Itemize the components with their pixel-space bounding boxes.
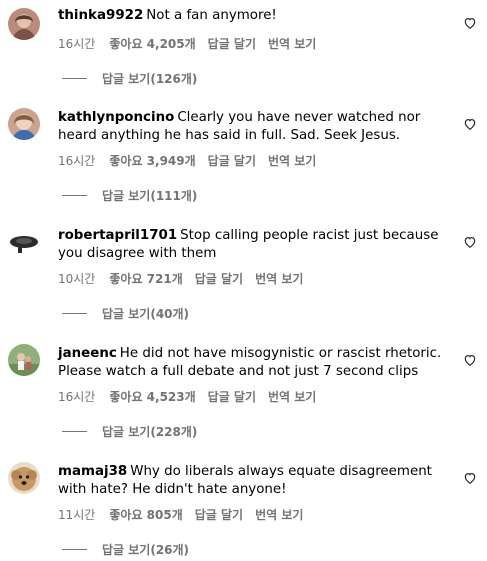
timestamp[interactable]: 16시간	[58, 390, 95, 404]
comment-meta: 10시간 좋아요 721개 답글 달기 번역 보기	[58, 270, 315, 287]
avatar[interactable]	[8, 344, 40, 376]
view-replies-label: 답글 보기(40개)	[102, 307, 190, 321]
replies-divider	[62, 195, 87, 196]
reply-button[interactable]: 답글 달기	[195, 272, 243, 286]
comment-meta: 16시간 좋아요 4,523개 답글 달기 번역 보기	[58, 388, 328, 405]
view-replies-button[interactable]: 답글 보기(111개)	[62, 187, 197, 204]
reply-button[interactable]: 답글 달기	[208, 390, 256, 404]
heart-outline-icon[interactable]	[463, 235, 477, 249]
likes-count[interactable]: 좋아요 805개	[109, 508, 182, 522]
comment-meta: 16시간 좋아요 4,205개 답글 달기 번역 보기	[58, 35, 328, 52]
translate-button[interactable]: 번역 보기	[268, 390, 316, 404]
translate-button[interactable]: 번역 보기	[255, 272, 303, 286]
replies-divider	[62, 549, 87, 550]
reply-button[interactable]: 답글 달기	[208, 37, 256, 51]
view-replies-label: 답글 보기(26개)	[102, 543, 190, 557]
username[interactable]: thinka9922	[58, 8, 143, 23]
translate-button[interactable]: 번역 보기	[268, 154, 316, 168]
view-replies-button[interactable]: 답글 보기(126개)	[62, 70, 197, 87]
replies-divider	[62, 431, 87, 432]
heart-outline-icon[interactable]	[463, 471, 477, 485]
username[interactable]: mamaj38	[58, 464, 127, 479]
timestamp[interactable]: 16시간	[58, 37, 95, 51]
username[interactable]: robertapril1701	[58, 228, 177, 243]
likes-count[interactable]: 좋아요 3,949개	[109, 154, 195, 168]
avatar[interactable]	[8, 108, 40, 140]
heart-outline-icon[interactable]	[463, 353, 477, 367]
translate-button[interactable]: 번역 보기	[268, 37, 316, 51]
avatar[interactable]	[8, 226, 40, 258]
avatar[interactable]	[8, 462, 40, 494]
reply-button[interactable]: 답글 달기	[195, 508, 243, 522]
heart-outline-icon[interactable]	[463, 16, 477, 30]
timestamp[interactable]: 10시간	[58, 272, 95, 286]
timestamp[interactable]: 11시간	[58, 508, 95, 522]
timestamp[interactable]: 16시간	[58, 154, 95, 168]
comment-text-block: robertapril1701 Stop calling people racis…	[58, 227, 443, 263]
comment-meta: 16시간 좋아요 3,949개 답글 달기 번역 보기	[58, 152, 328, 169]
likes-count[interactable]: 좋아요 4,205개	[109, 37, 195, 51]
view-replies-button[interactable]: 답글 보기(228개)	[62, 423, 197, 440]
comment-text-block: kathlynponcino Clearly you have never wat…	[58, 109, 443, 145]
comment-text-block: janeenc He did not have misogynistic or r…	[58, 345, 443, 381]
username[interactable]: janeenc	[58, 346, 117, 361]
likes-count[interactable]: 좋아요 4,523개	[109, 390, 195, 404]
view-replies-button[interactable]: 답글 보기(26개)	[62, 541, 189, 558]
heart-outline-icon[interactable]	[463, 117, 477, 131]
view-replies-button[interactable]: 답글 보기(40개)	[62, 305, 189, 322]
likes-count[interactable]: 좋아요 721개	[109, 272, 182, 286]
comment-body: Not a fan anymore!	[146, 8, 277, 23]
comment-meta: 11시간 좋아요 805개 답글 달기 번역 보기	[58, 506, 315, 523]
view-replies-label: 답글 보기(126개)	[102, 72, 198, 86]
comment-text-block: thinka9922 Not a fan anymore!	[58, 7, 443, 25]
reply-button[interactable]: 답글 달기	[208, 154, 256, 168]
replies-divider	[62, 313, 87, 314]
comment-text-block: mamaj38 Why do liberals always equate dis…	[58, 463, 443, 499]
view-replies-label: 답글 보기(228개)	[102, 425, 198, 439]
username[interactable]: kathlynponcino	[58, 110, 174, 125]
view-replies-label: 답글 보기(111개)	[102, 189, 198, 203]
replies-divider	[62, 78, 87, 79]
avatar[interactable]	[8, 8, 40, 40]
translate-button[interactable]: 번역 보기	[255, 508, 303, 522]
